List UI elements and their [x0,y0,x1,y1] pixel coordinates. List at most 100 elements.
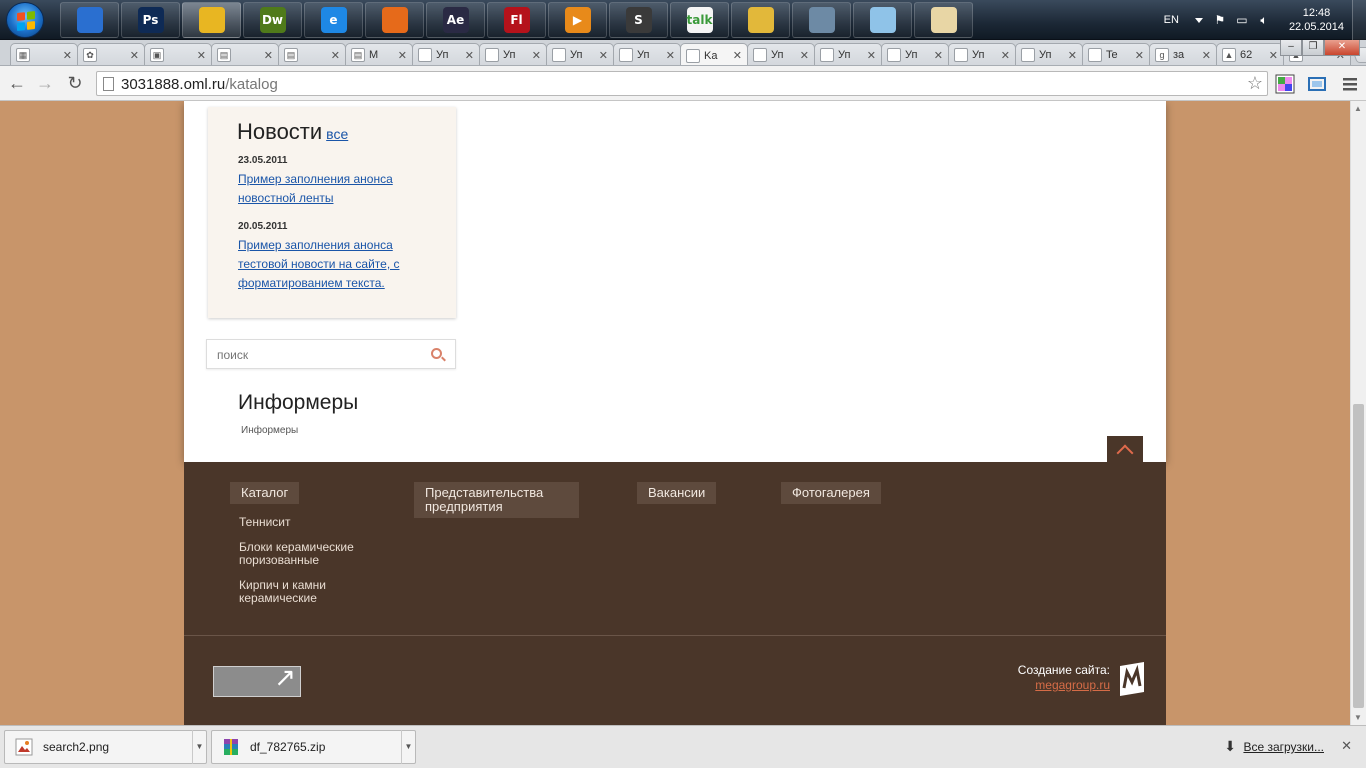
browser-tab[interactable]: ▤ ✕ [278,43,346,65]
tab-close-icon[interactable]: ✕ [934,49,943,62]
browser-tab[interactable]: Уп ✕ [948,43,1016,65]
download-menu-chevron-icon[interactable]: ▼ [401,730,415,764]
taskbar-app-flash[interactable]: Fl [487,2,546,38]
address-bar[interactable]: 3031888.oml.ru/katalog ☆ [96,71,1268,96]
close-window-button[interactable]: ✕ [1324,40,1360,56]
bookmark-star-icon[interactable]: ☆ [1247,73,1263,94]
tab-close-icon[interactable]: ✕ [398,49,407,62]
taskbar-app-chrome[interactable] [182,2,241,38]
credit-link[interactable]: megagroup.ru [1035,678,1110,692]
footer-submenu-item[interactable]: Кирпич и камни керамические [239,579,379,605]
minimize-button[interactable]: – [1280,40,1302,56]
footer-submenu-item[interactable]: Блоки керамические поризованные [239,541,379,567]
maximize-button[interactable]: ❐ [1302,40,1324,56]
news-link[interactable]: Пример заполнения анонса тестовой новост… [238,238,399,290]
taskbar-app-after-effects[interactable]: Ae [426,2,485,38]
tab-close-icon[interactable]: ✕ [1202,49,1211,62]
tab-close-icon[interactable]: ✕ [532,49,541,62]
footer-menu-offices[interactable]: Представительства предприятия [414,482,579,518]
taskbar-app-sublime[interactable]: S [609,2,668,38]
volume-icon[interactable]: 🔈︎ [1257,13,1271,27]
browser-tab[interactable]: ✿ ✕ [77,43,145,65]
browser-tab[interactable]: ▤ M ✕ [345,43,413,65]
menu-icon[interactable] [1340,74,1360,94]
network-icon[interactable]: ▭ [1235,13,1249,27]
footer-submenu-item[interactable]: Теннисит [239,516,379,529]
tab-close-icon[interactable]: ✕ [1068,49,1077,62]
tab-close-icon[interactable]: ✕ [599,49,608,62]
tab-close-icon[interactable]: ✕ [1135,49,1144,62]
browser-tab[interactable]: Уп ✕ [613,43,681,65]
taskbar-app-notepad[interactable] [853,2,912,38]
browser-tab[interactable]: ▦ ✕ [10,43,78,65]
url-text[interactable]: 3031888.oml.ru/katalog [121,76,278,93]
tab-close-icon[interactable]: ✕ [867,49,876,62]
download-item[interactable]: df_782765.zip ▼ [211,730,416,764]
tab-close-icon[interactable]: ✕ [63,49,72,62]
download-item[interactable]: search2.png ▼ [4,730,207,764]
close-download-bar-icon[interactable]: ✕ [1341,738,1352,754]
scrollbar-thumb[interactable] [1353,404,1364,708]
browser-tab[interactable]: Уп ✕ [546,43,614,65]
browser-tab[interactable]: Te ✕ [1082,43,1150,65]
browser-tab[interactable]: Уп ✕ [1015,43,1083,65]
taskbar-app-explorer[interactable] [731,2,790,38]
browser-tab[interactable]: Уп ✕ [747,43,815,65]
page-viewport: Новости все 23.05.2011 Пример заполнения … [0,101,1350,725]
taskbar-app-ie[interactable]: e [304,2,363,38]
browser-tab[interactable]: Уп ✕ [814,43,882,65]
tab-close-icon[interactable]: ✕ [666,49,675,62]
tab-close-icon[interactable]: ✕ [465,49,474,62]
search-input[interactable] [217,346,417,364]
tab-close-icon[interactable]: ✕ [197,49,206,62]
taskbar-app-dreamweaver[interactable]: Dw [243,2,302,38]
back-button[interactable]: ← [6,72,28,94]
taskbar-app-photoshop[interactable]: Ps [121,2,180,38]
browser-tab[interactable]: Уп ✕ [881,43,949,65]
tab-close-icon[interactable]: ✕ [733,49,742,62]
footer-menu-vacancies[interactable]: Вакансии [637,482,717,504]
tab-close-icon[interactable]: ✕ [264,49,273,62]
taskbar-app-media-player[interactable]: ▶ [548,2,607,38]
taskbar-app-gtalk[interactable]: talk [670,2,729,38]
taskbar-app-floppy[interactable] [60,2,119,38]
screen-capture-icon[interactable] [1307,74,1327,94]
reload-button[interactable]: ↻ [64,72,86,94]
tab-close-icon[interactable]: ✕ [331,49,340,62]
taskbar-app-firefox[interactable] [365,2,424,38]
news-link[interactable]: Пример заполнения анонса новостной ленты [238,172,393,205]
taskbar-app-paint[interactable] [914,2,973,38]
tray-expand-icon[interactable] [1194,17,1203,23]
browser-tab[interactable]: ▤ ✕ [211,43,279,65]
browser-tab[interactable]: Уп ✕ [479,43,547,65]
all-downloads-link[interactable]: Все загрузки... [1243,740,1324,754]
megagroup-logo-icon[interactable] [1118,662,1146,696]
browser-tab[interactable]: g за ✕ [1149,43,1217,65]
vertical-scrollbar[interactable]: ▲ ▼ [1350,101,1366,725]
scroll-to-top-button[interactable] [1107,436,1143,462]
clock[interactable]: 12:48 22.05.2014 [1289,6,1344,34]
tab-close-icon[interactable]: ✕ [1001,49,1010,62]
news-all-link[interactable]: все [326,126,348,142]
browser-tab[interactable]: ▲ 62 ✕ [1216,43,1284,65]
counter-widget[interactable] [213,663,301,697]
color-extension-icon[interactable] [1275,74,1295,94]
language-indicator[interactable]: EN [1164,14,1179,26]
download-menu-chevron-icon[interactable]: ▼ [192,730,206,764]
action-center-flag-icon[interactable]: ⚑ [1213,13,1227,27]
forward-button[interactable]: → [34,72,56,94]
start-button[interactable] [6,2,44,38]
scroll-up-arrow-icon[interactable]: ▲ [1354,104,1362,113]
tab-close-icon[interactable]: ✕ [1269,49,1278,62]
footer-menu-catalog[interactable]: Каталог [230,482,300,504]
tab-close-icon[interactable]: ✕ [130,49,139,62]
show-desktop-button[interactable] [1352,0,1366,40]
browser-tab[interactable]: ▣ ✕ [144,43,212,65]
browser-tab[interactable]: Уп ✕ [412,43,480,65]
browser-tab[interactable]: Ka ✕ [680,43,748,65]
footer-menu-gallery[interactable]: Фотогалерея [781,482,881,504]
taskbar-app-calculator[interactable] [792,2,851,38]
search-icon[interactable] [431,348,442,359]
tab-close-icon[interactable]: ✕ [800,49,809,62]
scroll-down-arrow-icon[interactable]: ▼ [1354,713,1362,722]
